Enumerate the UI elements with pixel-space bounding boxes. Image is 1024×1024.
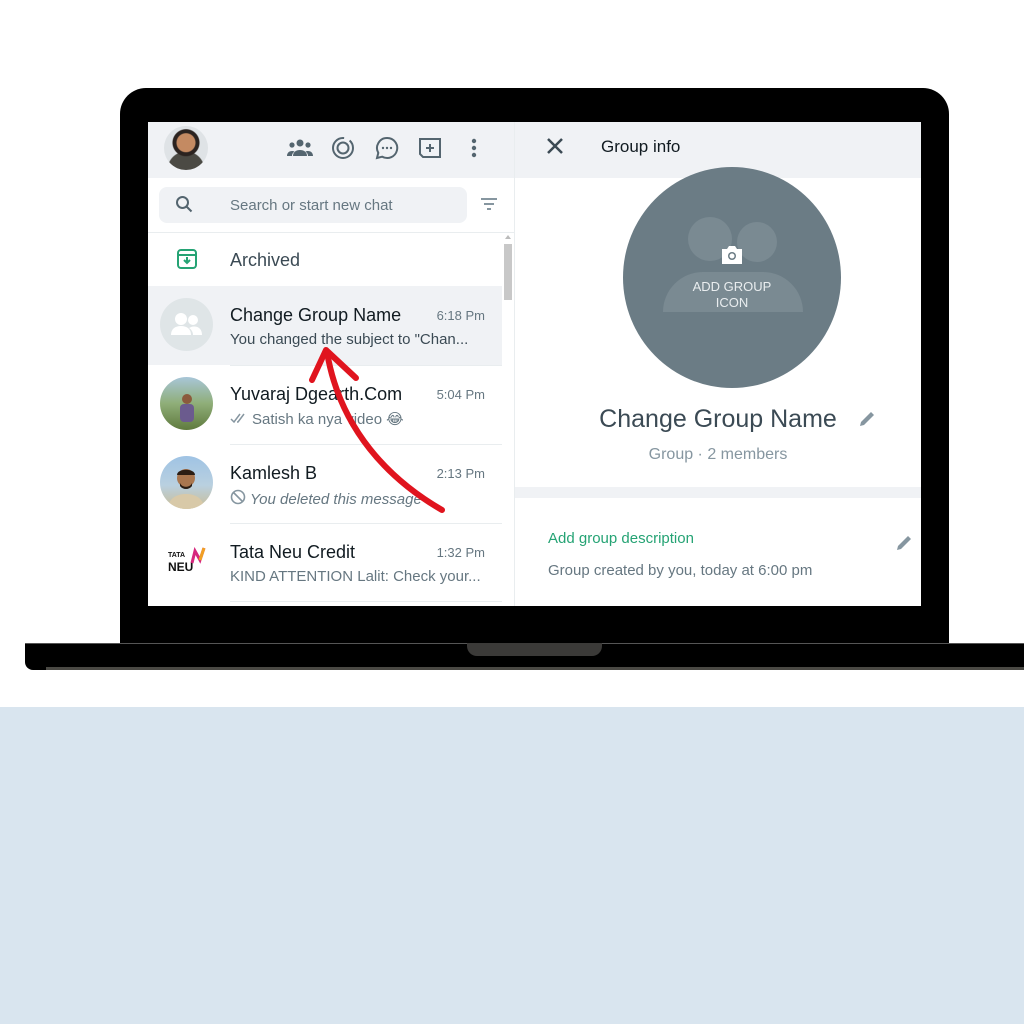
chat-name: Yuvaraj Dgearth.Com: [230, 384, 403, 404]
chat-list-header: [148, 122, 514, 178]
new-chat-icon[interactable]: [416, 134, 444, 162]
status-icon[interactable]: [329, 134, 357, 162]
chat-name: Kamlesh B: [230, 463, 318, 483]
tata-neu-logo: TATA NEU: [160, 535, 213, 588]
camera-icon: [719, 244, 745, 271]
chat-item-tata-neu[interactable]: TATA NEU Tata Neu Credit 1:32 Pm KIND AT…: [148, 523, 502, 602]
divider: [230, 601, 502, 602]
chat-item-yuvaraj[interactable]: Yuvaraj Dgearth.Com 5:04 Pm Satish ka ny…: [148, 365, 502, 444]
laptop-notch: [467, 643, 602, 656]
laughing-emoji-icon: 😂: [386, 411, 404, 428]
group-created-text: Group created by you, today at 6:00 pm: [548, 562, 813, 579]
chat-time: 2:13 Pm: [436, 466, 485, 481]
chat-message-text: KIND ATTENTION Lalit: Check your...: [230, 568, 481, 585]
archived-row[interactable]: Archived: [148, 233, 502, 286]
edit-group-name-icon[interactable]: [857, 409, 877, 434]
add-group-icon-button[interactable]: ADD GROUP ICON: [623, 167, 841, 388]
scroll-up-arrow[interactable]: [505, 235, 511, 239]
chat-time: 5:04 Pm: [436, 387, 485, 402]
chat-list-pane: Search or start new chat Archived Change…: [148, 122, 515, 606]
chat-message-text: You deleted this message: [250, 490, 422, 508]
blocked-icon: [230, 489, 246, 509]
chat-last-message: You deleted this message: [230, 489, 422, 509]
contact-avatar: [160, 456, 213, 509]
profile-avatar[interactable]: [164, 126, 208, 170]
group-info-pane: Group info ADD GROUP ICON Change Group N…: [515, 122, 921, 606]
chat-message-text: Satish ka nya video: [252, 410, 383, 428]
divider: [230, 444, 502, 445]
chat-time: 6:18 Pm: [436, 308, 485, 323]
group-info-title: Group info: [601, 137, 681, 156]
chat-name: Change Group Name: [230, 305, 402, 325]
filter-icon[interactable]: [480, 197, 498, 216]
search-placeholder: Search or start new chat: [230, 197, 393, 214]
edit-description-icon[interactable]: [894, 533, 914, 558]
chat-last-message: KIND ATTENTION Lalit: Check your...: [230, 568, 481, 585]
background-band: [0, 707, 1024, 1024]
archive-icon: [177, 249, 197, 274]
contact-avatar: [160, 377, 213, 430]
scrollbar-thumb[interactable]: [504, 244, 512, 300]
chat-item-change-group-name[interactable]: Change Group Name 6:18 Pm You changed th…: [148, 286, 502, 365]
chat-message-text: You changed the subject to "Chan...: [230, 331, 469, 348]
chat-item-kamlesh[interactable]: Kamlesh B 2:13 Pm You deleted this messa…: [148, 444, 502, 523]
add-group-icon-line1: ADD GROUP: [692, 279, 772, 294]
channels-icon[interactable]: [373, 134, 401, 162]
double-check-icon: [230, 411, 248, 428]
chat-name: Tata Neu Credit: [230, 542, 356, 562]
chat-time: 1:32 Pm: [436, 545, 485, 560]
section-divider: [515, 487, 921, 498]
search-row: Search or start new chat: [148, 178, 514, 233]
laptop-base-shadow: [46, 667, 1024, 670]
logo-text-top: TATA: [168, 552, 186, 559]
group-subtitle: Group · 2 members: [648, 446, 788, 463]
communities-icon[interactable]: [286, 134, 314, 162]
menu-icon[interactable]: [460, 134, 488, 162]
whatsapp-window: Search or start new chat Archived Change…: [148, 122, 921, 606]
add-group-icon-line2: ICON: [715, 295, 749, 310]
add-group-icon-label: ADD GROUP ICON: [623, 279, 841, 311]
chat-last-message: Satish ka nya video 😂: [230, 410, 404, 428]
add-group-description-link[interactable]: Add group description: [548, 530, 694, 547]
search-icon: [175, 195, 193, 218]
close-icon[interactable]: [545, 136, 565, 161]
chat-last-message: You changed the subject to "Chan...: [230, 331, 468, 348]
archived-label: Archived: [230, 250, 301, 270]
search-input[interactable]: Search or start new chat: [159, 187, 467, 223]
divider: [230, 523, 502, 524]
divider: [230, 365, 502, 366]
group-avatar: [160, 298, 213, 351]
